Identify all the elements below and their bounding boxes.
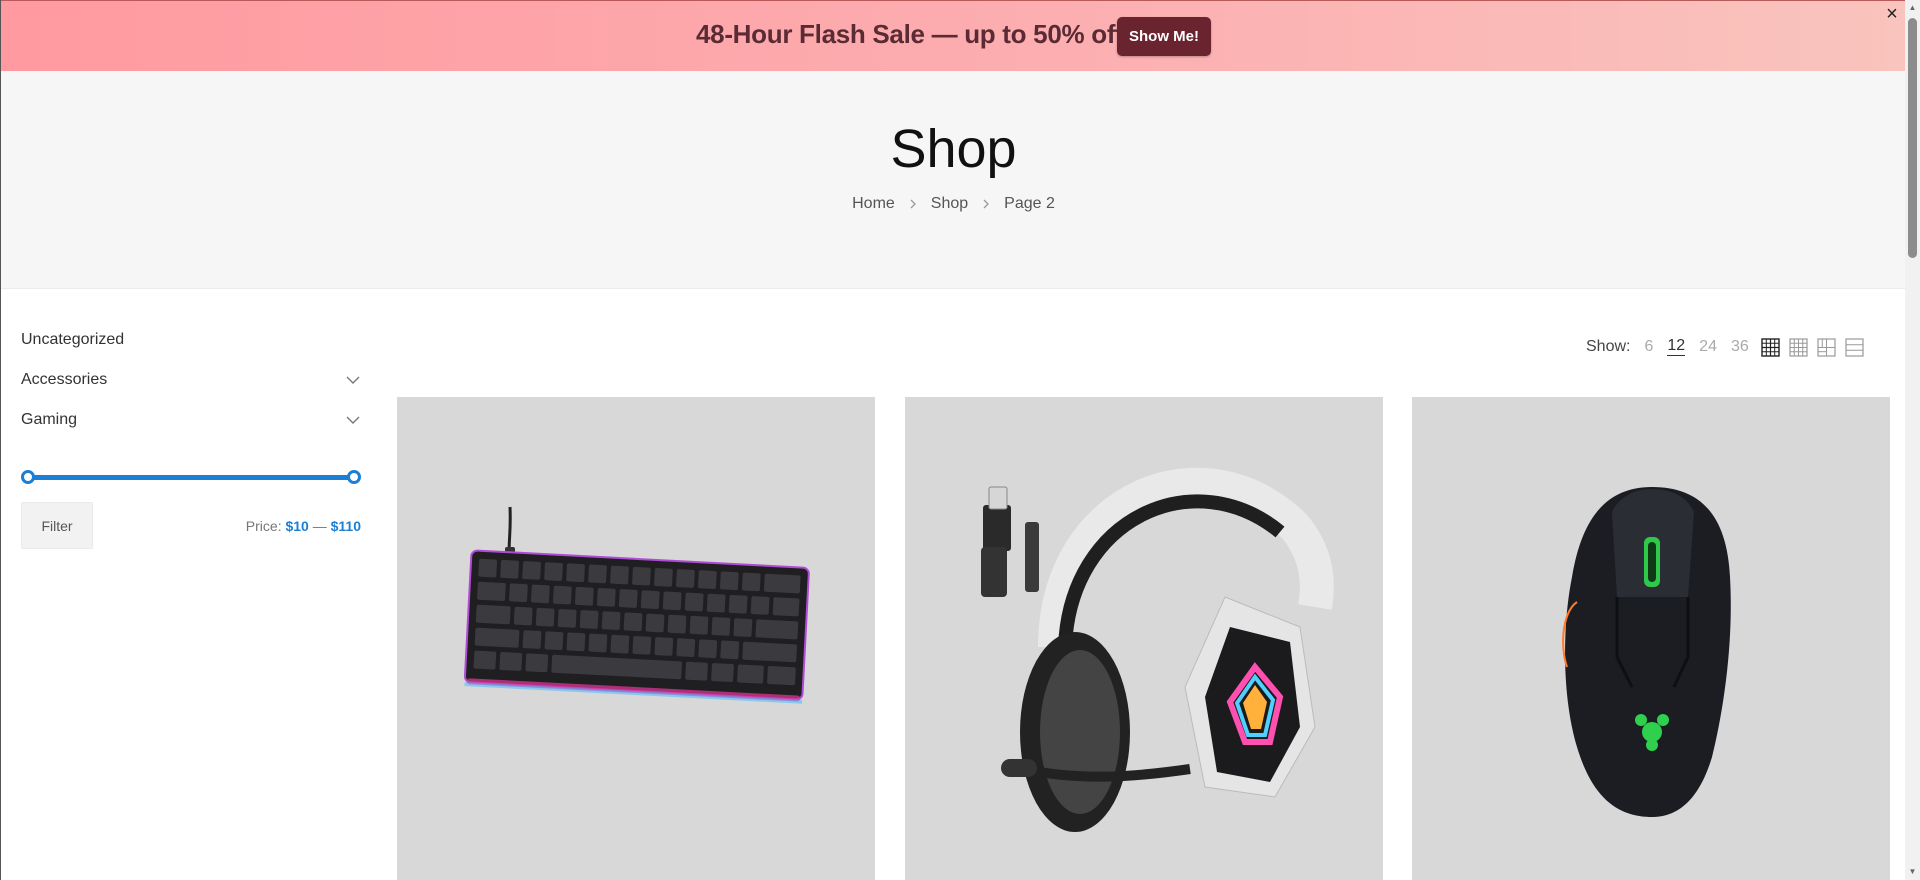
- price-label: Price:: [245, 518, 282, 534]
- chevron-down-icon[interactable]: [345, 372, 361, 388]
- filter-button[interactable]: Filter: [21, 502, 93, 549]
- scroll-up-arrow-icon[interactable]: ▲: [1908, 3, 1917, 13]
- show-me-button[interactable]: Show Me!: [1117, 17, 1211, 56]
- list-icon[interactable]: [1845, 338, 1864, 357]
- slider-min-handle[interactable]: [21, 470, 35, 484]
- page-header: Shop Home Shop Page 2: [1, 71, 1905, 289]
- scrollbar-thumb[interactable]: [1908, 18, 1917, 258]
- show-option-24[interactable]: 24: [1699, 338, 1717, 356]
- category-uncategorized[interactable]: Uncategorized: [21, 320, 361, 360]
- breadcrumb-shop[interactable]: Shop: [931, 195, 968, 213]
- category-label: Accessories: [21, 371, 108, 388]
- breadcrumb-current: Page 2: [1004, 195, 1055, 212]
- chevron-right-icon: [982, 197, 990, 212]
- product-card[interactable]: [905, 397, 1383, 880]
- slider-max-handle[interactable]: [347, 470, 361, 484]
- price-min: $10: [285, 518, 309, 534]
- price-range-slider[interactable]: [21, 470, 361, 484]
- grid-3-icon[interactable]: [1789, 338, 1808, 357]
- sidebar: Uncategorized Accessories Gaming Filter …: [21, 320, 361, 549]
- product-card[interactable]: [397, 397, 875, 880]
- view-switcher: [1761, 338, 1864, 357]
- category-label: Gaming: [21, 411, 78, 428]
- banner-text: 48-Hour Flash Sale — up to 50% off: [696, 19, 1124, 49]
- show-option-36[interactable]: 36: [1731, 338, 1749, 356]
- show-option-6[interactable]: 6: [1644, 338, 1653, 356]
- category-label: Uncategorized: [21, 331, 125, 348]
- category-gaming[interactable]: Gaming: [21, 400, 361, 440]
- grid-2-icon[interactable]: [1761, 338, 1780, 357]
- show-label: Show:: [1586, 337, 1631, 355]
- price-max: $110: [330, 518, 361, 534]
- page: 48-Hour Flash Sale — up to 50% off Show …: [0, 0, 1905, 880]
- breadcrumb-home[interactable]: Home: [852, 195, 895, 213]
- mouse-image: [1562, 487, 1731, 817]
- category-accessories[interactable]: Accessories: [21, 360, 361, 400]
- breadcrumb: Home Shop Page 2: [1, 195, 1905, 213]
- slider-track: [27, 475, 355, 480]
- scrollbar[interactable]: ▲ ▼: [1905, 0, 1920, 880]
- scroll-down-arrow-icon[interactable]: ▼: [1908, 867, 1917, 877]
- show-option-12[interactable]: 12: [1667, 337, 1686, 356]
- flash-sale-banner: 48-Hour Flash Sale — up to 50% off Show …: [1, 0, 1905, 71]
- keyboard-image: [463, 506, 810, 704]
- page-title: Shop: [890, 119, 1017, 179]
- chevron-right-icon: [909, 197, 917, 212]
- show-per-page: Show: 6 12 24 36: [1586, 337, 1749, 356]
- close-icon[interactable]: ×: [1881, 3, 1903, 25]
- grid-4-icon[interactable]: [1817, 338, 1836, 357]
- headset-image: [981, 467, 1334, 832]
- product-card[interactable]: [1412, 397, 1890, 880]
- chevron-down-icon[interactable]: [345, 412, 361, 428]
- price-range-label: Price: $10 — $110: [246, 518, 361, 534]
- price-separator: —: [312, 518, 327, 534]
